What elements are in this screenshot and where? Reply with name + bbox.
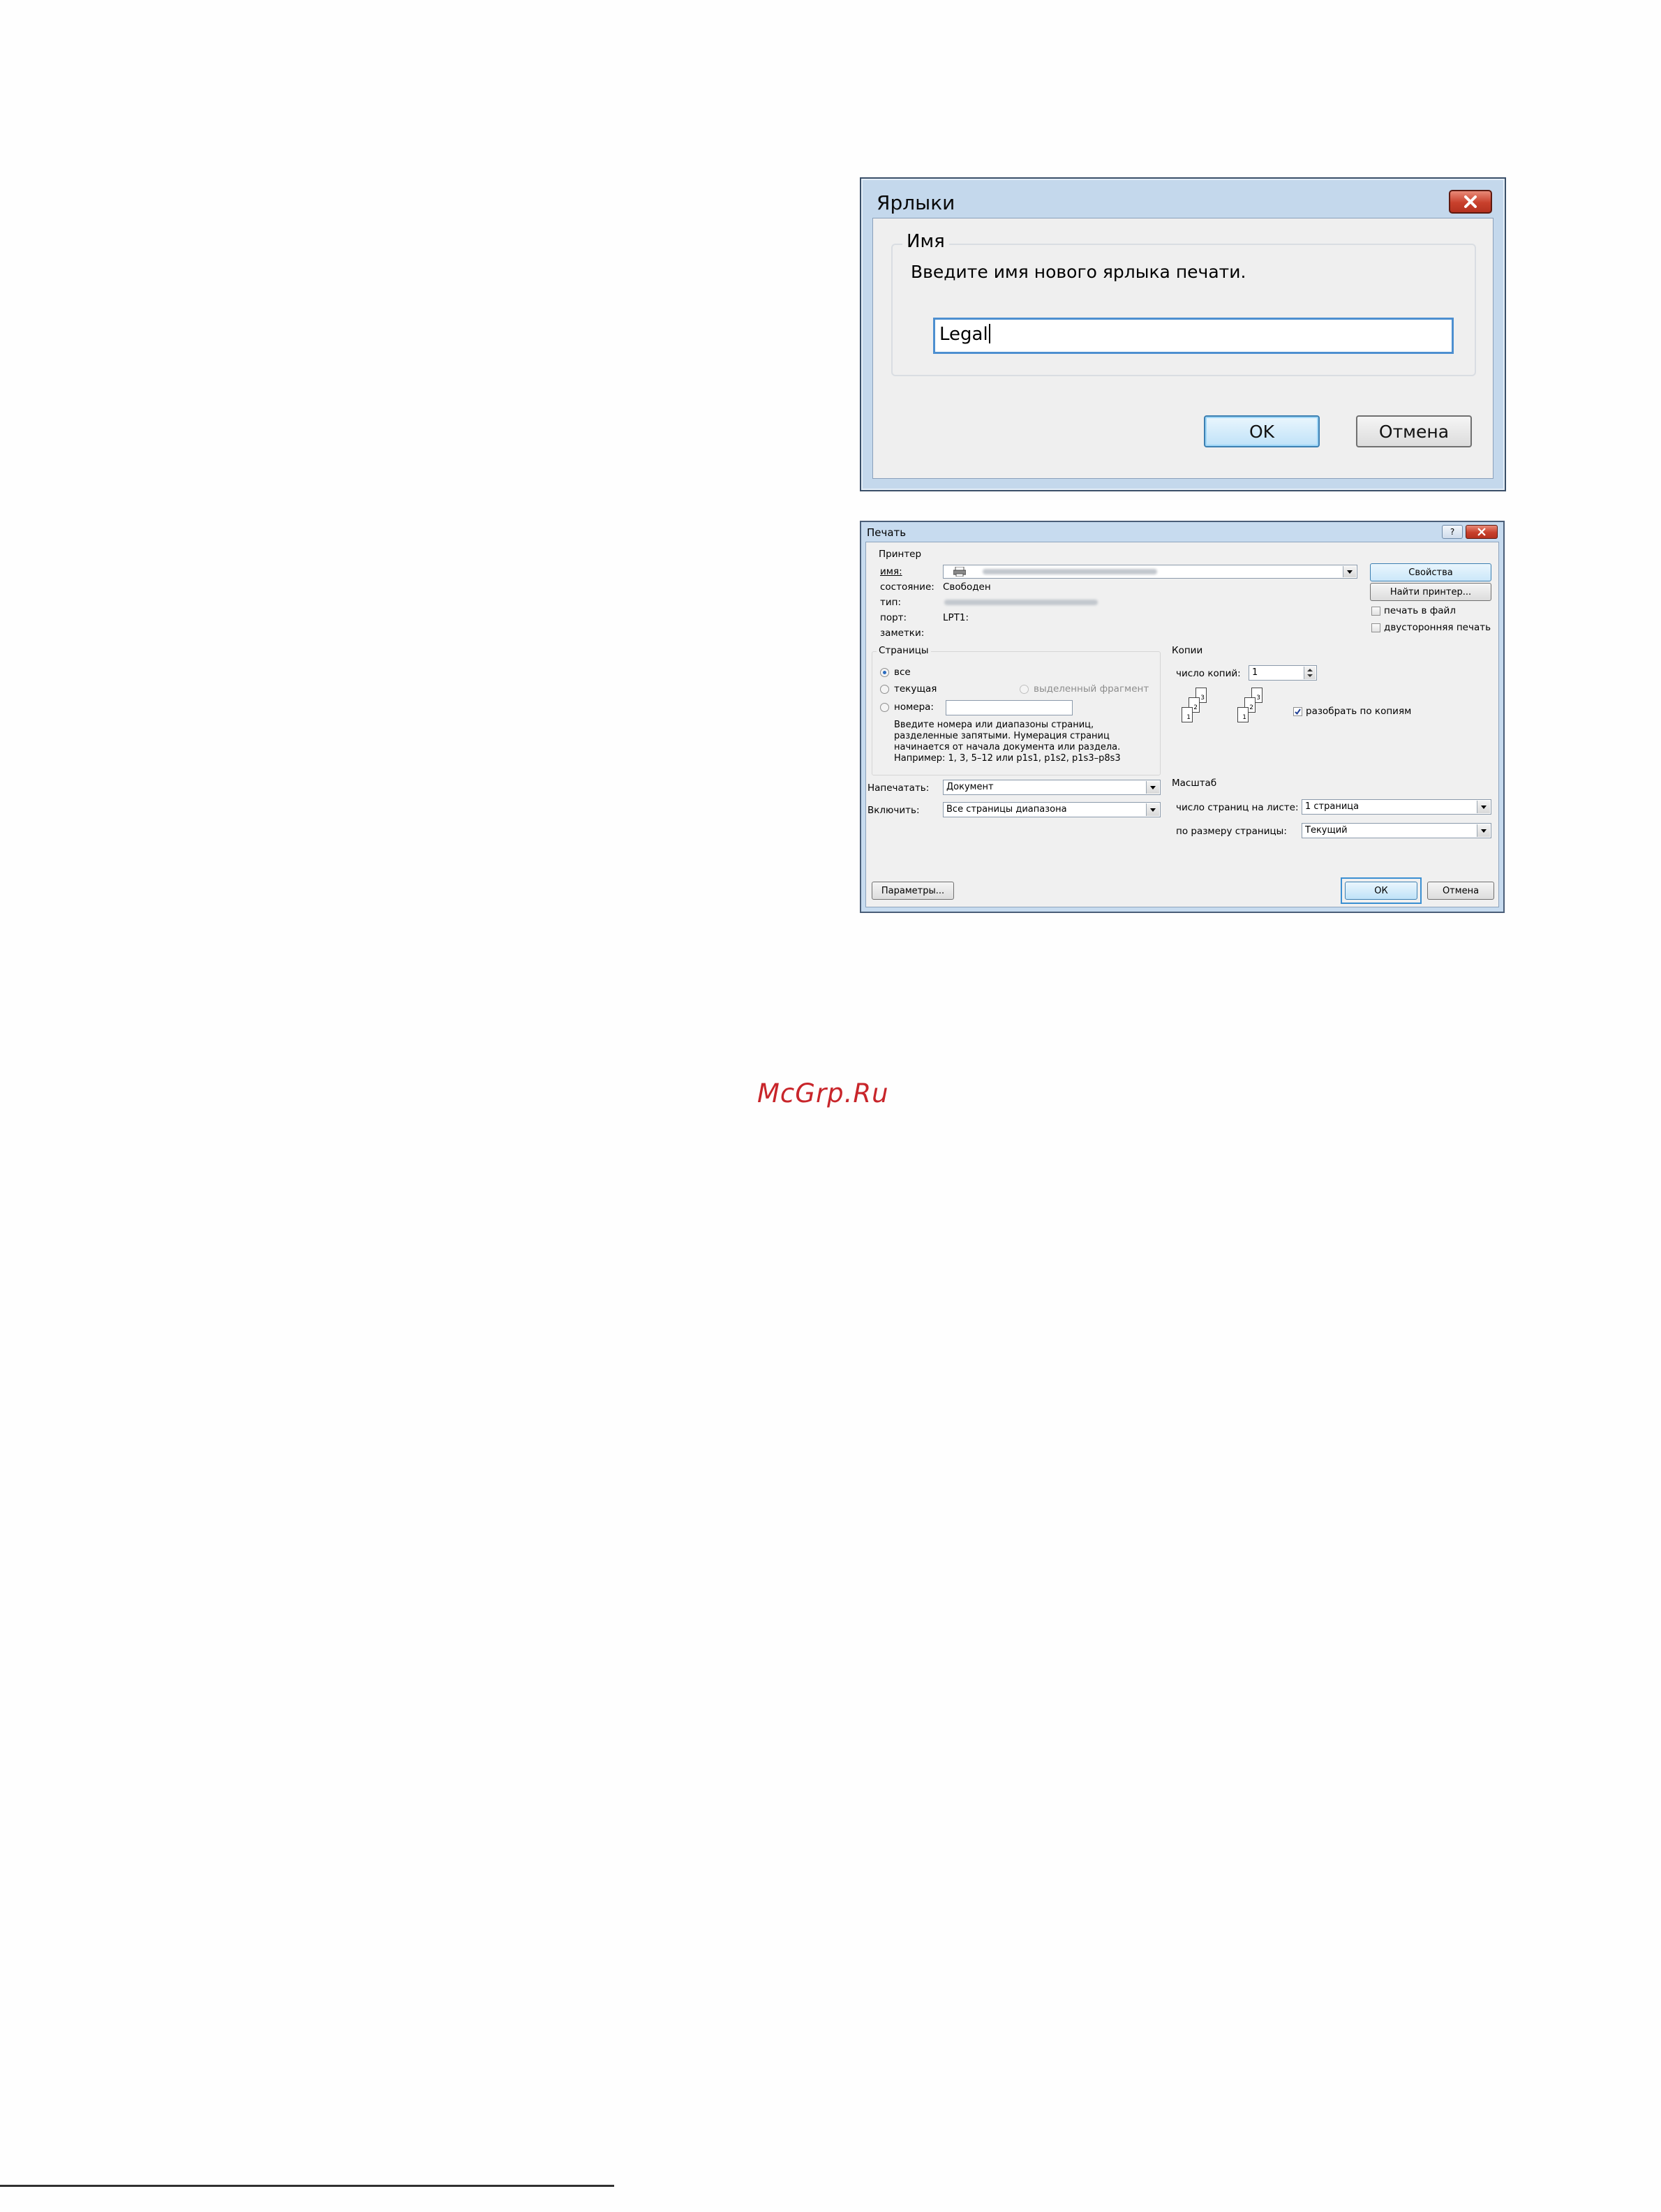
text-caret (988, 324, 990, 343)
ok-button[interactable]: ОК (1345, 882, 1417, 900)
port-label: порт: (880, 612, 907, 623)
pages-hint-line: разделенные запятыми. Нумерация страниц (894, 731, 1110, 741)
group-label: Принтер (877, 549, 924, 560)
print-what-select[interactable]: Документ (943, 780, 1161, 795)
pages-all-radio[interactable] (880, 668, 889, 677)
printer-name-select[interactable] (943, 565, 1357, 579)
printer-name-blurred (983, 569, 1157, 574)
close-icon (1477, 528, 1486, 536)
include-label: Включить: (867, 805, 920, 816)
help-button[interactable]: ? (1442, 525, 1463, 539)
duplex-checkbox[interactable] (1371, 623, 1380, 632)
spinner-icon[interactable] (1304, 667, 1316, 679)
chevron-down-icon[interactable] (1477, 801, 1490, 813)
prompt-text: Введите имя нового ярлыка печати. (911, 262, 1246, 282)
close-icon (1464, 195, 1477, 208)
include-value: Все страницы диапазона (946, 804, 1067, 815)
page-icon: 1 (1182, 707, 1193, 722)
chevron-down-icon[interactable] (1146, 803, 1159, 816)
type-label: тип: (880, 597, 902, 608)
copies-count-label: число копий: (1176, 668, 1241, 679)
chevron-down-icon[interactable] (1343, 566, 1356, 577)
pages-hint-line: Например: 1, 3, 5–12 или p1s1, p1s2, p1s… (894, 753, 1121, 764)
input-value: Legal (939, 324, 988, 345)
close-button[interactable] (1466, 525, 1498, 539)
chevron-down-icon[interactable] (1146, 781, 1159, 794)
copies-count-value: 1 (1252, 667, 1258, 678)
dialog-title: Ярлыки (877, 191, 955, 214)
pages-current-radio[interactable] (880, 685, 889, 694)
pages-current-label[interactable]: текущая (894, 683, 937, 695)
footer-divider (0, 2185, 614, 2187)
collate-illustration: 3 2 1 3 2 1 (1180, 688, 1278, 736)
pages-per-sheet-label: число страниц на листе: (1176, 802, 1299, 813)
labels-dialog: Ярлыки Имя Введите имя нового ярлыка печ… (860, 177, 1506, 491)
dialog-title: Печать (867, 526, 907, 539)
pages-per-sheet-select[interactable]: 1 страница (1302, 799, 1491, 815)
watermark: McGrp.Ru (757, 1078, 889, 1108)
group-label: Копии (1170, 645, 1205, 656)
notes-label: заметки: (880, 628, 925, 639)
options-button[interactable]: Параметры... (872, 882, 954, 900)
chevron-down-icon[interactable] (1477, 824, 1490, 837)
cancel-button[interactable]: Отмена (1356, 415, 1472, 447)
print-dialog: Печать ? Принтер имя: Свойства состояние… (860, 521, 1505, 913)
dialog-client: Имя Введите имя нового ярлыка печати. Le… (872, 218, 1494, 479)
printer-type-blurred (944, 600, 1098, 605)
collate-checkbox[interactable] (1293, 707, 1302, 716)
close-button[interactable] (1449, 190, 1492, 214)
pages-per-sheet-value: 1 страница (1305, 801, 1360, 812)
scale-to-value: Текущий (1305, 825, 1348, 836)
page-numbers-input[interactable] (946, 700, 1073, 715)
group-label: Имя (902, 231, 949, 252)
port-value: LPT1: (943, 612, 969, 623)
find-printer-button[interactable]: Найти принтер... (1370, 583, 1491, 601)
pages-selection-radio (1020, 685, 1029, 694)
duplex-label[interactable]: двусторонняя печать (1384, 622, 1491, 633)
print-to-file-checkbox[interactable] (1371, 607, 1380, 616)
checkmark-icon (1295, 708, 1301, 715)
pages-selection-label: выделенный фрагмент (1034, 683, 1149, 695)
dialog-client: Принтер имя: Свойства состояние: Свободе… (865, 542, 1499, 907)
page-icon: 1 (1237, 707, 1249, 722)
properties-button[interactable]: Свойства (1370, 563, 1491, 581)
pages-hint-line: начинается от начала документа или разде… (894, 742, 1121, 752)
ok-button[interactable]: OK (1204, 415, 1320, 447)
scale-to-select[interactable]: Текущий (1302, 823, 1491, 838)
shortcut-name-input[interactable]: Legal (933, 318, 1454, 354)
include-select[interactable]: Все страницы диапазона (943, 802, 1161, 817)
status-label: состояние: (880, 581, 934, 593)
pages-all-label[interactable]: все (894, 667, 911, 678)
pages-hint-line: Введите номера или диапазоны страниц, (894, 720, 1094, 730)
print-to-file-label[interactable]: печать в файл (1384, 605, 1456, 616)
print-what-label: Напечатать: (867, 782, 930, 794)
name-group: Имя Введите имя нового ярлыка печати. Le… (891, 231, 1476, 376)
print-what-value: Документ (946, 782, 994, 792)
printer-name-label: имя: (880, 566, 902, 577)
group-label: Страницы (877, 645, 931, 656)
collate-label[interactable]: разобрать по копиям (1306, 706, 1411, 717)
group-label: Масштаб (1170, 778, 1219, 789)
copies-count-input[interactable]: 1 (1249, 665, 1317, 681)
pages-numbers-radio[interactable] (880, 703, 889, 712)
cancel-button[interactable]: Отмена (1427, 882, 1494, 900)
scale-to-label: по размеру страницы: (1176, 826, 1287, 837)
pages-numbers-label[interactable]: номера: (894, 702, 934, 713)
printer-icon (953, 566, 967, 578)
status-value: Свободен (943, 581, 991, 593)
